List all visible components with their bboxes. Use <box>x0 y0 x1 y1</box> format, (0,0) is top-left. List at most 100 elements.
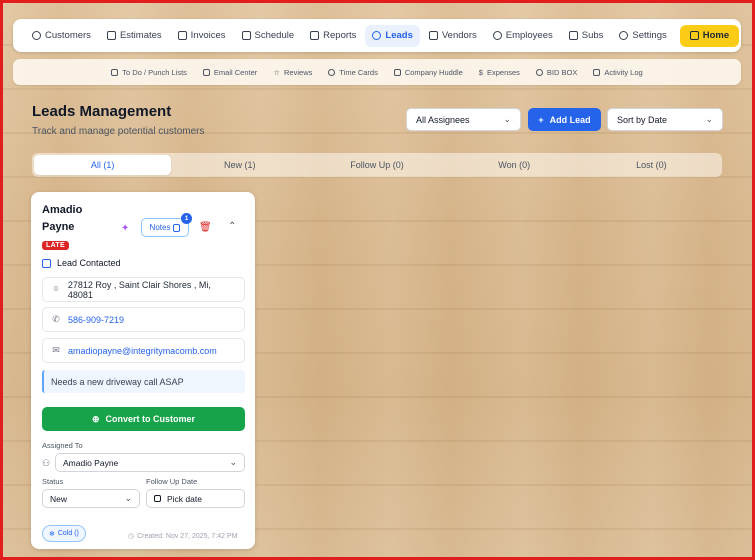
delete-icon[interactable]: 🗑 <box>199 222 212 233</box>
address-field[interactable]: ⌾ 27812 Roy , Saint Clair Shores , Mi, 4… <box>42 277 245 302</box>
clipboard-icon <box>111 68 119 76</box>
assigned-to-select[interactable]: Amadio Payne ⌄ <box>55 453 245 472</box>
users-icon <box>32 31 41 40</box>
subnav-bid-box[interactable]: BID BOX <box>535 67 578 77</box>
dollar-icon: $ <box>478 67 483 77</box>
gear-icon <box>619 31 629 40</box>
email-field[interactable]: ✉ amadiopayne@integritymacomb.com <box>42 338 245 363</box>
nav-label: Estimates <box>119 30 162 41</box>
subnav-label: Expenses <box>486 67 520 77</box>
lead-card: Amadio Payne ✦ Notes 1 🗑 ⌃ LATE Lead Con… <box>31 192 255 549</box>
home-icon <box>689 31 699 40</box>
nav-settings[interactable]: Settings <box>612 25 673 47</box>
status-value: New <box>50 493 68 504</box>
subnav-reviews[interactable]: ☆ Reviews <box>273 68 312 77</box>
tab-new[interactable]: New (1) <box>171 155 308 175</box>
user-plus-icon <box>492 31 502 40</box>
subnav-expenses[interactable]: $ Expenses <box>479 68 520 77</box>
calendar-icon <box>241 31 251 40</box>
tab-follow-up[interactable]: Follow Up (0) <box>308 155 445 175</box>
nav-schedule[interactable]: Schedule <box>235 25 302 47</box>
nav-label: Reports <box>323 30 357 41</box>
email-value[interactable]: amadiopayne@integritymacomb.com <box>68 346 217 356</box>
status-badge: LATE <box>42 241 69 250</box>
assignee-filter-select[interactable]: All Assignees ⌄ <box>406 108 521 131</box>
chevron-down-icon: ⌄ <box>229 457 237 467</box>
subnav-time-cards[interactable]: Time Cards <box>328 67 378 77</box>
home-label: Home <box>702 30 730 41</box>
nav-invoices[interactable]: Invoices <box>171 25 233 47</box>
notes-label: Notes <box>149 223 171 232</box>
nav-label: Customers <box>45 30 91 41</box>
log-icon <box>593 68 601 76</box>
nav-leads[interactable]: Leads <box>365 24 420 47</box>
document-icon <box>173 223 181 232</box>
nav-label: Settings <box>632 30 667 41</box>
follow-up-date-picker[interactable]: Pick date <box>146 489 245 508</box>
lead-status-tabs: All (1) New (1) Follow Up (0) Won (0) Lo… <box>32 153 722 177</box>
nav-subs[interactable]: Subs <box>562 25 611 47</box>
page-subtitle: Track and manage potential customers <box>32 126 205 137</box>
sort-select[interactable]: Sort by Date ⌄ <box>607 108 723 131</box>
temperature-badge[interactable]: ❄ Cold () <box>42 525 86 542</box>
nav-label: Schedule <box>254 30 295 41</box>
clock-icon: ◷ <box>128 533 135 540</box>
phone-value[interactable]: 586-909-7219 <box>68 315 124 325</box>
nav-reports[interactable]: Reports <box>303 25 363 47</box>
wrench-icon <box>568 31 578 40</box>
subnav-email-center[interactable]: Email Center <box>202 67 258 77</box>
tab-all[interactable]: All (1) <box>34 155 172 175</box>
subnav-company-huddle[interactable]: Company Huddle <box>393 67 463 77</box>
nav-label: Leads <box>385 30 413 41</box>
subnav-activity-log[interactable]: Activity Log <box>593 67 643 77</box>
temperature-value: Cold () <box>57 530 79 537</box>
checkbox-box[interactable] <box>42 258 51 268</box>
chevron-up-icon[interactable]: ⌃ <box>228 221 236 232</box>
receipt-icon <box>177 31 187 40</box>
convert-label: Convert to Customer <box>105 414 196 424</box>
nav-estimates[interactable]: Estimates <box>100 25 169 47</box>
sort-value: Sort by Date <box>617 114 668 125</box>
subnav-label: To Do / Punch Lists <box>122 67 187 77</box>
page-title: Leads Management <box>32 103 172 120</box>
nav-customers[interactable]: Customers <box>25 25 98 47</box>
created-timestamp: ◷ Created: Nov 27, 2025, 7:42 PM <box>128 532 238 541</box>
add-lead-button[interactable]: + Add Lead <box>528 108 601 131</box>
subnav-label: Company Huddle <box>404 67 463 77</box>
home-button[interactable]: Home <box>679 24 740 47</box>
lead-first-name: Amadio <box>42 204 83 216</box>
bar-chart-icon <box>310 31 320 40</box>
assignee-filter-value: All Assignees <box>416 114 470 125</box>
file-icon <box>106 31 116 40</box>
subnav-label: Time Cards <box>339 67 378 77</box>
user-plus-icon: ⊕ <box>91 413 100 424</box>
map-pin-icon: ⌾ <box>53 284 59 294</box>
status-select[interactable]: New ⌄ <box>42 489 140 508</box>
tab-won[interactable]: Won (0) <box>446 155 583 175</box>
subnav-label: BID BOX <box>546 67 578 77</box>
sparkle-icon[interactable]: ✦ <box>121 223 129 234</box>
chevron-down-icon: ⌄ <box>705 114 713 124</box>
nav-label: Vendors <box>441 30 477 41</box>
target-icon <box>372 31 382 40</box>
star-icon: ☆ <box>273 67 281 77</box>
subnav-label: Email Center <box>213 67 258 77</box>
add-lead-label: Add Lead <box>549 114 591 125</box>
nav-employees[interactable]: Employees <box>486 25 560 47</box>
nav-vendors[interactable]: Vendors <box>422 25 484 47</box>
assigned-to-label: Assigned To <box>42 441 83 450</box>
notes-count-badge: 1 <box>181 213 192 224</box>
clock-icon <box>328 68 336 76</box>
nav-label: Employees <box>505 30 553 41</box>
subnav-todo[interactable]: To Do / Punch Lists <box>111 68 187 77</box>
phone-field[interactable]: ✆ 586-909-7219 <box>42 307 245 332</box>
tab-lost[interactable]: Lost (0) <box>583 155 720 175</box>
lead-contacted-checkbox[interactable]: Lead Contacted <box>42 258 121 268</box>
nav-label: Subs <box>581 30 604 41</box>
assigned-to-value: Amadio Payne <box>63 457 119 468</box>
convert-to-customer-button[interactable]: ⊕ Convert to Customer <box>42 407 245 431</box>
lead-name: Amadio Payne <box>42 202 102 236</box>
nav-label: Invoices <box>190 30 226 41</box>
lead-contacted-label: Lead Contacted <box>57 258 121 268</box>
subnav-label: Activity Log <box>604 67 643 77</box>
